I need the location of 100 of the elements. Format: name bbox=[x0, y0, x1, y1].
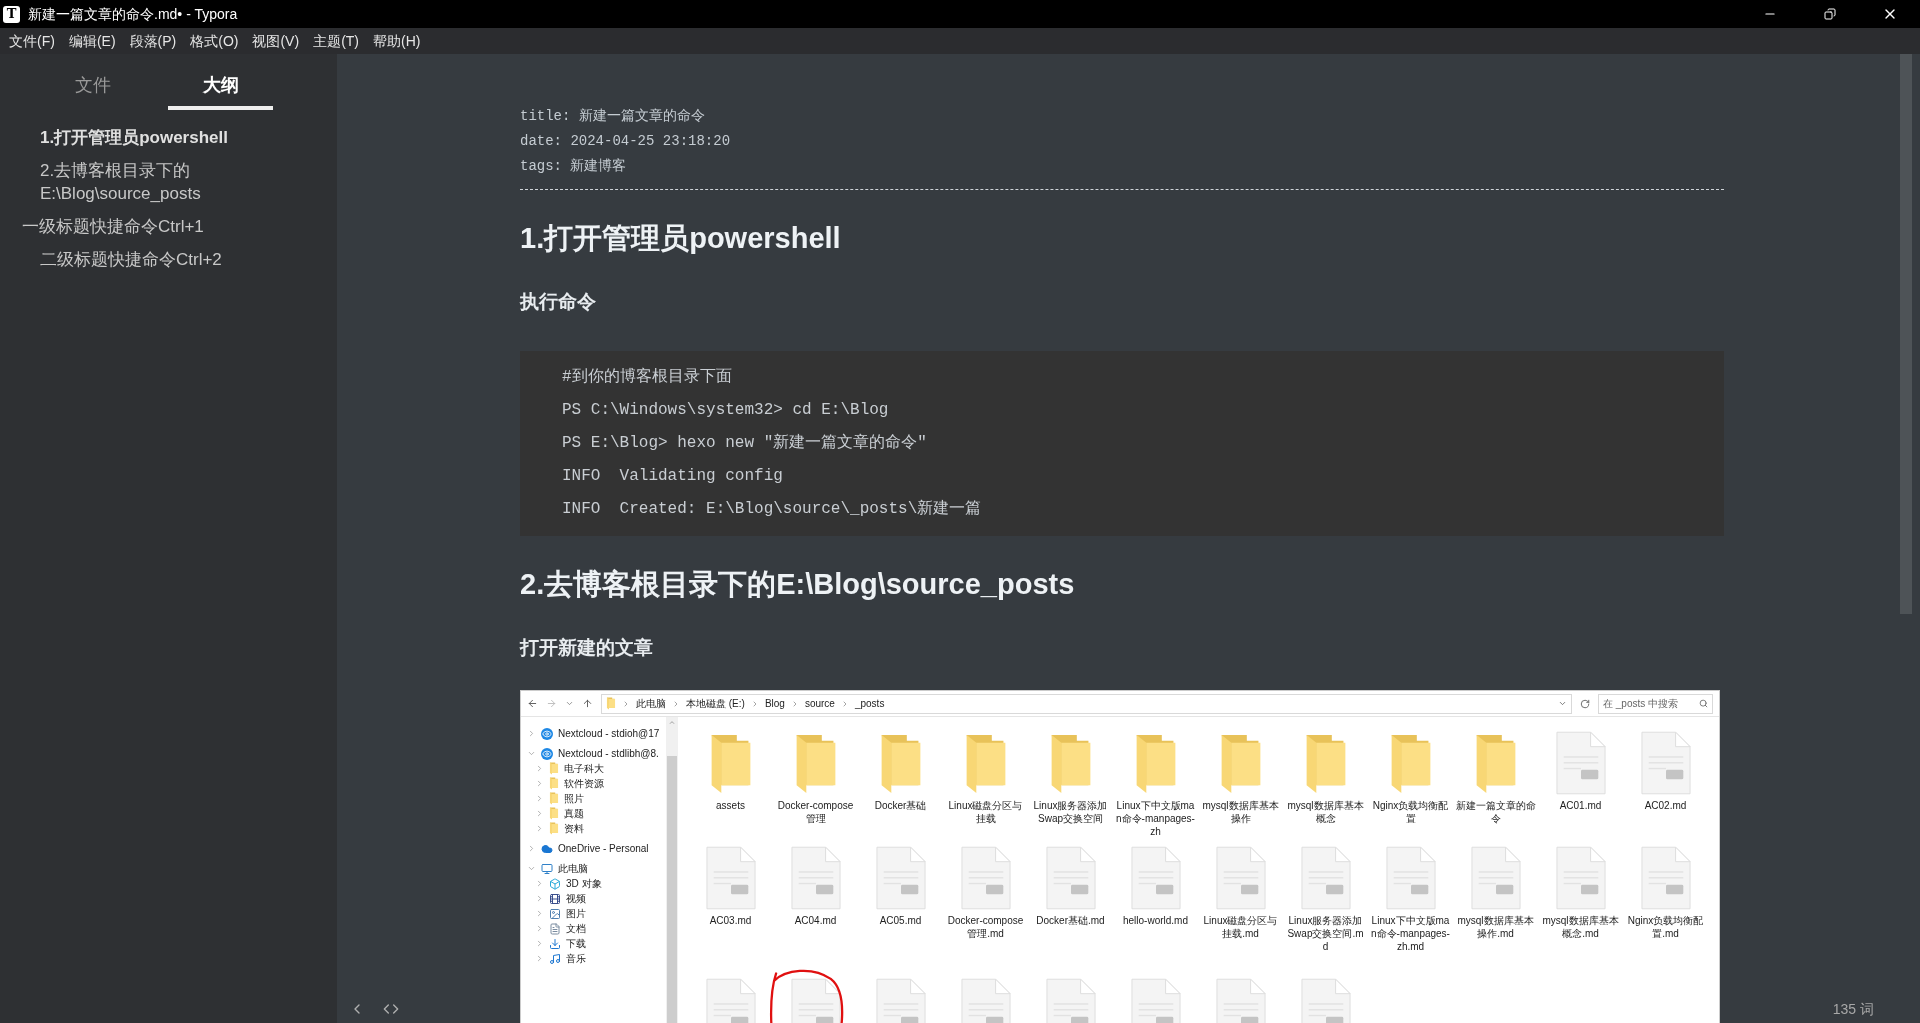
breadcrumb[interactable]: 本地磁盘 (E:) bbox=[686, 696, 745, 711]
nav-item[interactable]: 照片 bbox=[564, 791, 584, 806]
chevron-icon[interactable] bbox=[535, 954, 544, 963]
menu-item[interactable]: 视图(V) bbox=[245, 30, 307, 52]
nav-item[interactable]: 3D 对象 bbox=[566, 876, 602, 891]
file-name[interactable]: hello-world.md bbox=[1115, 914, 1196, 927]
menu-item[interactable]: 编辑(E) bbox=[61, 30, 123, 52]
cloud-icon bbox=[541, 842, 553, 855]
sidebar-tab[interactable]: 文件 bbox=[40, 64, 145, 110]
chevron-icon[interactable] bbox=[535, 824, 544, 833]
outline-item[interactable]: 1.打开管理员powershell bbox=[0, 126, 337, 149]
nav-item[interactable]: 电子科大 bbox=[564, 761, 604, 776]
file-name[interactable]: AC02.md bbox=[1625, 799, 1706, 812]
chevron-icon[interactable] bbox=[535, 879, 544, 888]
file-name[interactable]: Linux服务器添加Swap交换空间 bbox=[1030, 799, 1111, 825]
file-name[interactable]: mysql数据库基本概念.md bbox=[1540, 914, 1621, 940]
nav-item[interactable]: Nextcloud - stdioh@17 bbox=[558, 726, 660, 741]
scroll-up-icon[interactable] bbox=[668, 719, 676, 727]
chevron-icon[interactable] bbox=[527, 844, 536, 853]
nav-item[interactable]: 此电脑 bbox=[558, 861, 588, 876]
front-matter-line: tags: 新建博客 bbox=[520, 157, 628, 176]
chevron-icon[interactable] bbox=[535, 764, 544, 773]
nav-item[interactable]: 图片 bbox=[566, 906, 586, 921]
address-bar[interactable]: 此电脑 本地磁盘 (E:) Blog source _posts bbox=[601, 693, 1572, 714]
file-name[interactable]: Nginx负载均衡配置.md bbox=[1625, 914, 1706, 940]
nav-item[interactable]: 音乐 bbox=[566, 951, 586, 966]
file-name[interactable]: AC03.md bbox=[690, 914, 771, 927]
nav-item[interactable]: Nextcloud - stdlibh@8. bbox=[558, 746, 659, 761]
chevron-icon[interactable] bbox=[1558, 699, 1567, 708]
search-input[interactable]: 在 _posts 中搜索 bbox=[1603, 696, 1699, 711]
forward-arrow-icon[interactable] bbox=[546, 698, 557, 709]
film-icon bbox=[549, 892, 561, 905]
chevron-icon bbox=[622, 699, 630, 708]
up-arrow-icon[interactable] bbox=[582, 698, 593, 709]
download-icon bbox=[549, 937, 561, 950]
chevron-icon[interactable] bbox=[565, 699, 574, 708]
chevron-icon[interactable] bbox=[535, 809, 544, 818]
chevron-icon[interactable] bbox=[535, 794, 544, 803]
nav-item[interactable]: 文档 bbox=[566, 921, 586, 936]
outline-item[interactable]: 2.去博客根目录下的E:\Blog\source_posts bbox=[0, 159, 337, 205]
restore-icon bbox=[1824, 8, 1836, 20]
chevron-icon[interactable] bbox=[527, 864, 536, 873]
chevron-icon[interactable] bbox=[535, 779, 544, 788]
menu-item[interactable]: 文件(F) bbox=[2, 30, 62, 52]
chevron-icon[interactable] bbox=[535, 924, 544, 933]
menu-item[interactable]: 段落(P) bbox=[122, 30, 184, 52]
outline-item[interactable]: 二级标题快捷命令Ctrl+2 bbox=[0, 248, 337, 271]
nav-item[interactable]: 软件资源 bbox=[564, 776, 604, 791]
breadcrumb[interactable]: Blog bbox=[764, 696, 785, 711]
file-name[interactable]: Nginx负载均衡配置 bbox=[1370, 799, 1451, 825]
window-title: 新建一篇文章的命令.md• - Typora bbox=[28, 4, 238, 24]
heading: 1.打开管理员powershell bbox=[520, 221, 842, 256]
nav-item[interactable]: 资料 bbox=[564, 821, 584, 836]
code-line: PS C:\Windows\system32> cd E:\Blog bbox=[562, 399, 890, 421]
file-name[interactable]: 新建一篇文章的命令 bbox=[1455, 799, 1536, 825]
file-name[interactable]: Linux服务器添加Swap交换空间.md bbox=[1285, 914, 1366, 953]
chevron-icon[interactable] bbox=[527, 749, 536, 758]
chevron-icon[interactable] bbox=[535, 939, 544, 948]
back-arrow-icon[interactable] bbox=[527, 698, 538, 709]
file-name[interactable]: mysql数据库基本操作.md bbox=[1455, 914, 1536, 940]
search-field[interactable]: 在 _posts 中搜索 bbox=[1598, 693, 1713, 714]
menu-item[interactable]: 主题(T) bbox=[306, 30, 366, 52]
nav-item[interactable]: 真题 bbox=[564, 806, 584, 821]
code-icon[interactable] bbox=[383, 1001, 399, 1017]
file-name[interactable]: mysql数据库基本概念 bbox=[1285, 799, 1366, 825]
search-icon bbox=[1699, 699, 1708, 708]
file-name[interactable]: Linux下中文版man命令-manpages-zh bbox=[1115, 799, 1196, 838]
chevron-icon[interactable] bbox=[527, 729, 536, 738]
folder-icon bbox=[549, 777, 559, 790]
file-name[interactable]: Linux下中文版man命令-manpages-zh.md bbox=[1370, 914, 1451, 953]
file-name[interactable]: Docker基础 bbox=[860, 799, 941, 812]
menu-item[interactable]: 帮助(H) bbox=[366, 30, 428, 52]
scrollbar[interactable] bbox=[1900, 54, 1912, 614]
sidebar-tab[interactable]: 大纲 bbox=[168, 64, 273, 110]
file-name[interactable]: AC01.md bbox=[1540, 799, 1621, 812]
refresh-icon[interactable] bbox=[1580, 698, 1590, 709]
file-name[interactable]: Docker基础.md bbox=[1030, 914, 1111, 927]
chevron-icon[interactable] bbox=[535, 909, 544, 918]
word-count[interactable]: 135 词 bbox=[1832, 998, 1874, 1020]
outline-item[interactable]: 一级标题快捷命令Ctrl+1 bbox=[0, 215, 337, 238]
file-name[interactable]: AC04.md bbox=[775, 914, 856, 927]
chevron-icon[interactable] bbox=[535, 894, 544, 903]
file-name[interactable]: Linux磁盘分区与挂载.md bbox=[1200, 914, 1281, 940]
breadcrumb[interactable]: _posts bbox=[854, 696, 885, 711]
markdown-file-icon bbox=[1640, 731, 1691, 795]
menu-item[interactable]: 格式(O) bbox=[183, 30, 246, 52]
file-name[interactable]: assets bbox=[690, 799, 771, 812]
nav-item[interactable]: 下载 bbox=[566, 936, 586, 951]
scrollbar[interactable] bbox=[666, 717, 678, 1023]
breadcrumb[interactable]: 此电脑 bbox=[636, 696, 666, 711]
file-name[interactable]: mysql数据库基本操作 bbox=[1200, 799, 1281, 825]
breadcrumb[interactable]: source bbox=[804, 696, 835, 711]
file-name[interactable]: Docker-compose管理 bbox=[775, 799, 856, 825]
file-name[interactable]: AC05.md bbox=[860, 914, 941, 927]
nav-item[interactable]: 视频 bbox=[566, 891, 586, 906]
file-name[interactable]: Linux磁盘分区与挂载 bbox=[945, 799, 1026, 825]
app-logo: T bbox=[3, 5, 20, 23]
file-name[interactable]: Docker-compose管理.md bbox=[945, 914, 1026, 940]
nav-item[interactable]: OneDrive - Personal bbox=[558, 841, 649, 856]
document-icon bbox=[549, 922, 561, 935]
